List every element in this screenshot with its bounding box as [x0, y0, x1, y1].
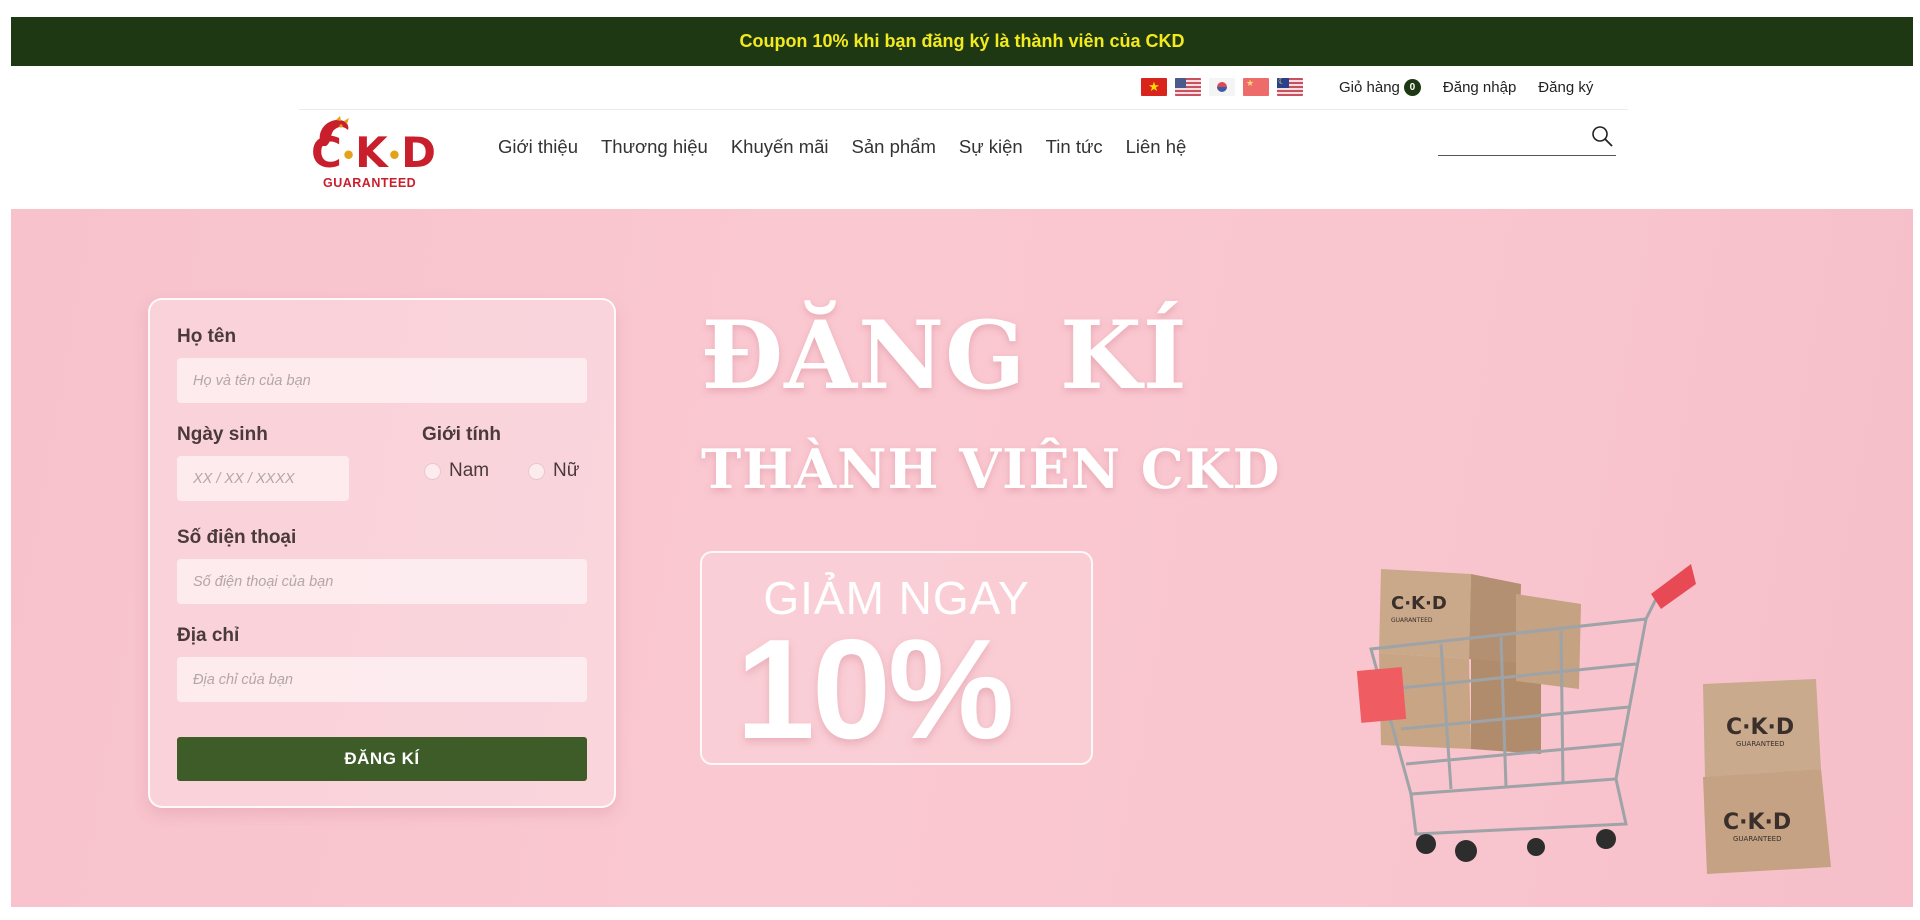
logo-tagline: GUARANTEED [323, 176, 417, 190]
box-tagline-2: GUARANTEED [1736, 740, 1784, 748]
language-switcher [1141, 78, 1303, 96]
search-input[interactable] [1438, 124, 1588, 150]
logo-dot: • [340, 141, 356, 170]
name-label: Họ tên [177, 326, 237, 347]
cart-count-badge: 0 [1403, 79, 1421, 96]
logo-letter-d: D [401, 128, 436, 177]
gender-male-label: Nam [449, 460, 490, 481]
hero-banner: Họ tên Ngày sinh Giới tính Nam Nữ Số điệ… [11, 209, 1913, 907]
announcement-bar: Coupon 10% khi bạn đăng ký là thành viên… [11, 17, 1913, 66]
cart-boxes-image: C·K·D GUARANTEED [1379, 569, 1581, 754]
dob-label: Ngày sinh [177, 424, 268, 445]
nav-item-thuong-hieu[interactable]: Thương hiệu [601, 136, 708, 158]
flag-vietnam-icon[interactable] [1141, 78, 1167, 96]
nav-item-gioi-thieu[interactable]: Giới thiệu [498, 136, 578, 158]
phone-input[interactable] [177, 559, 587, 604]
logo-dot: • [386, 141, 402, 170]
account-links: Giỏ hàng 0 Đăng nhập Đăng ký [1339, 66, 1593, 109]
name-input[interactable] [177, 358, 587, 403]
logo-letter-k: K [355, 128, 388, 177]
utility-bar: Giỏ hàng 0 Đăng nhập Đăng ký [11, 66, 1913, 109]
address-input[interactable] [177, 657, 587, 702]
flag-malaysia-icon[interactable] [1277, 78, 1303, 96]
main-nav: Giới thiệu Thương hiệu Khuyến mãi Sản ph… [498, 136, 1186, 158]
hero-headline: ĐĂNG KÍ [701, 301, 1188, 411]
ckd-logo[interactable]: C•K•D GUARANTEED [309, 114, 437, 196]
nav-item-khuyen-mai[interactable]: Khuyến mãi [731, 136, 829, 158]
flag-usa-icon[interactable] [1175, 78, 1201, 96]
announcement-text: Coupon 10% khi bạn đăng ký là thành viên… [739, 31, 1185, 51]
nav-item-tin-tuc[interactable]: Tin tức [1046, 136, 1103, 158]
register-submit-button[interactable]: ĐĂNG KÍ [177, 737, 587, 781]
promo-percent: 10% [736, 610, 1014, 769]
nav-item-san-pham[interactable]: Sản phẩm [852, 136, 936, 158]
stacked-boxes-image: C·K·D GUARANTEED C·K·D GUARANTEED [1703, 679, 1831, 874]
phone-label: Số điện thoại [177, 527, 297, 548]
search-icon[interactable] [1590, 124, 1614, 148]
logo-letter-c: C [311, 128, 342, 177]
nav-item-su-kien[interactable]: Sự kiện [959, 136, 1023, 158]
gender-label: Giới tính [422, 424, 501, 445]
box-tagline-1: GUARANTEED [1391, 617, 1433, 624]
radio-button-icon [424, 462, 441, 480]
hero-subheadline: THÀNH VIÊN CKD [701, 437, 1281, 501]
shopping-cart-illustration: C·K·D GUARANTEED C·K·D GUARANTEED C·K·D … [1356, 564, 1831, 874]
register-link[interactable]: Đăng ký [1538, 79, 1593, 96]
login-link[interactable]: Đăng nhập [1443, 79, 1516, 96]
registration-form: Họ tên Ngày sinh Giới tính Nam Nữ Số điệ… [148, 298, 616, 808]
search-box [1438, 118, 1616, 156]
page-frame: Coupon 10% khi bạn đăng ký là thành viên… [11, 17, 1913, 907]
gender-female-label: Nữ [553, 460, 580, 481]
flag-china-icon[interactable] [1243, 78, 1269, 96]
box-logo-3: C·K·D [1723, 810, 1791, 835]
logo-wordmark: C•K•D [311, 128, 436, 177]
radio-button-icon [528, 462, 545, 480]
address-label: Địa chỉ [177, 625, 240, 646]
flag-korea-icon[interactable] [1209, 78, 1235, 96]
gender-option-female[interactable]: Nữ [528, 460, 579, 482]
gender-option-male[interactable]: Nam [424, 460, 489, 482]
nav-item-lien-he[interactable]: Liên hệ [1126, 136, 1187, 158]
cart-link[interactable]: Giỏ hàng 0 [1339, 79, 1421, 96]
cart-label: Giỏ hàng [1339, 79, 1400, 96]
box-tagline-3: GUARANTEED [1733, 835, 1781, 843]
discount-promo-box: GIẢM NGAY 10% [700, 551, 1093, 765]
box-logo-2: C·K·D [1726, 715, 1794, 740]
dob-input[interactable] [177, 456, 349, 501]
main-header: C•K•D GUARANTEED Giới thiệu Thương hiệu … [11, 110, 1913, 209]
box-logo-1: C·K·D [1391, 593, 1447, 614]
